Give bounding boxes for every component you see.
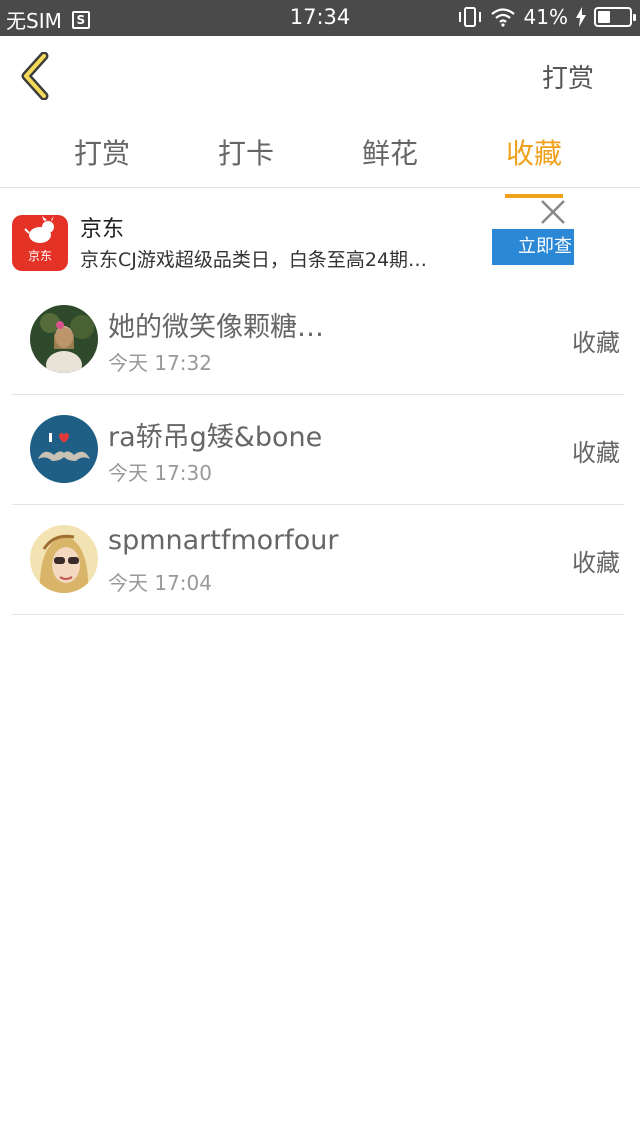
list-item[interactable]: 她的微笑像颗糖… 今天 17:32 收藏: [12, 285, 624, 395]
tab-bar: 打赏 打卡 鲜花 收藏: [0, 116, 640, 198]
chevron-left-icon: [21, 51, 49, 101]
tab-checkin[interactable]: 打卡: [186, 132, 306, 184]
tab-reward[interactable]: 打赏: [42, 132, 162, 184]
avatar: [30, 305, 98, 373]
jd-logo: 京东: [12, 215, 68, 271]
battery-percent: 41%: [523, 5, 568, 29]
back-button[interactable]: [16, 51, 56, 101]
list-item-time: 今天 17:30: [108, 461, 212, 485]
avatar: [30, 415, 98, 483]
wifi-icon: [490, 8, 515, 27]
ad-cta-button[interactable]: 立即查: [492, 229, 574, 265]
mustache-avatar-icon: [30, 415, 98, 483]
vibrate-icon: [458, 7, 481, 27]
header: 打赏: [0, 36, 640, 116]
ad-description: 京东CJ游戏超级品类日，白条至高24期…: [80, 249, 428, 271]
tab-favorites[interactable]: 收藏: [474, 132, 594, 198]
list-item-time: 今天 17:04: [108, 571, 212, 595]
close-icon: [541, 200, 565, 224]
list-item[interactable]: ra轿吊g矮&bone 今天 17:30 收藏: [12, 395, 624, 505]
ad-close-button[interactable]: [538, 197, 568, 227]
favorite-action[interactable]: 收藏: [572, 543, 620, 578]
status-bar: 无SIM S 17:34 41%: [0, 0, 640, 36]
avatar: [30, 525, 98, 593]
favorite-action[interactable]: 收藏: [572, 323, 620, 358]
status-right: 41%: [458, 5, 636, 29]
jd-dog-icon: [24, 216, 54, 243]
user-photo-icon: [30, 305, 98, 373]
illustrated-avatar-icon: [30, 525, 98, 593]
list-item-time: 今天 17:32: [108, 351, 212, 375]
list-item-name: 她的微笑像颗糖…: [108, 312, 324, 343]
ad-banner[interactable]: 京东 京东 京东CJ游戏超级品类日，白条至高24期… 立即查: [0, 189, 640, 285]
list-item[interactable]: spmnartfmorfour 今天 17:04 收藏: [12, 505, 624, 615]
jd-logo-text: 京东: [27, 249, 52, 263]
tab-flowers[interactable]: 鲜花: [330, 132, 450, 184]
list-item-name: spmnartfmorfour: [108, 525, 339, 556]
battery-fill: [598, 11, 610, 23]
list-item-name: ra轿吊g矮&bone: [108, 422, 323, 453]
tab-favorites-label: 收藏: [505, 137, 562, 170]
favorites-list: 她的微笑像颗糖… 今天 17:32 收藏 ra轿吊g矮&bone 今天 17:3…: [0, 285, 640, 615]
ad-title: 京东: [80, 217, 125, 242]
favorite-action[interactable]: 收藏: [572, 433, 620, 468]
charging-icon: [576, 7, 586, 27]
reward-action[interactable]: 打赏: [542, 58, 594, 95]
battery-icon: [594, 7, 636, 27]
